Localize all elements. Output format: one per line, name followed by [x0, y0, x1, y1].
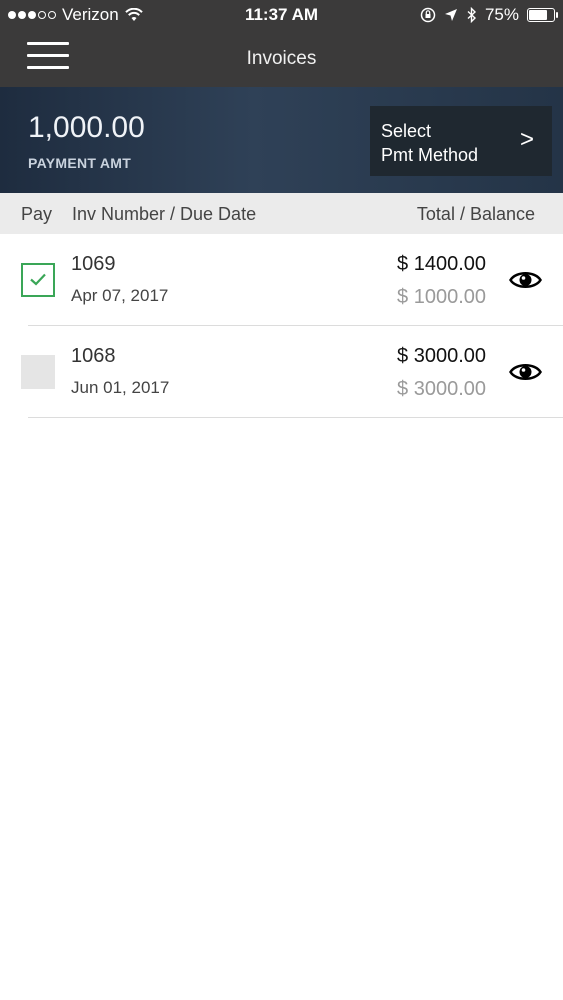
row-divider: [28, 417, 563, 418]
header-inv-number: Inv Number / Due Date: [72, 204, 257, 224]
battery-percent: 75%: [484, 5, 519, 24]
menu-line: [27, 42, 69, 45]
pay-checkbox[interactable]: [21, 263, 55, 297]
select-payment-method-button[interactable]: Select Pmt Method >: [370, 106, 552, 176]
invoice-due-date: Apr 07, 2017: [71, 286, 169, 305]
header-pay: Pay: [21, 204, 53, 224]
battery-fill: [529, 10, 547, 20]
invoice-total: $ 1400.00: [397, 253, 486, 275]
payment-amount: 1,000.00: [28, 111, 145, 144]
header-total-balance: Total / Balance: [416, 204, 535, 224]
invoice-table-header: Pay Inv Number / Due Date Total / Balanc…: [0, 193, 563, 234]
invoice-number: 1068: [71, 345, 116, 367]
payment-amount-label: PAYMENT AMT: [28, 155, 132, 171]
bluetooth-icon: [467, 7, 476, 23]
battery-icon: [527, 8, 558, 22]
invoice-row[interactable]: 1069 Apr 07, 2017 $ 1400.00 $ 1000.00: [0, 234, 563, 326]
status-bar: Verizon 11:37 AM 75%: [0, 0, 563, 30]
chevron-right-icon: >: [519, 126, 534, 153]
page-title: Invoices: [246, 48, 317, 69]
top-bar: Verizon 11:37 AM 75% Invoices: [0, 0, 563, 87]
select-payment-label-line1: Select: [381, 121, 432, 141]
invoice-balance: $ 3000.00: [397, 378, 486, 400]
pay-checkbox[interactable]: [21, 355, 55, 389]
eye-icon[interactable]: [509, 361, 542, 383]
invoice-row[interactable]: 1068 Jun 01, 2017 $ 3000.00 $ 3000.00: [0, 326, 563, 418]
orientation-lock-icon: [420, 7, 436, 23]
invoice-number: 1069: [71, 253, 116, 275]
invoice-balance: $ 1000.00: [397, 286, 486, 308]
checkmark-icon: [30, 273, 46, 286]
invoice-total: $ 3000.00: [397, 345, 486, 367]
eye-icon[interactable]: [509, 269, 542, 291]
select-payment-label-line2: Pmt Method: [381, 145, 479, 165]
payment-summary: 1,000.00 PAYMENT AMT Select Pmt Method >: [0, 87, 563, 193]
status-right: 75%: [420, 5, 558, 25]
invoice-due-date: Jun 01, 2017: [71, 378, 170, 397]
location-arrow-icon: [444, 9, 457, 21]
